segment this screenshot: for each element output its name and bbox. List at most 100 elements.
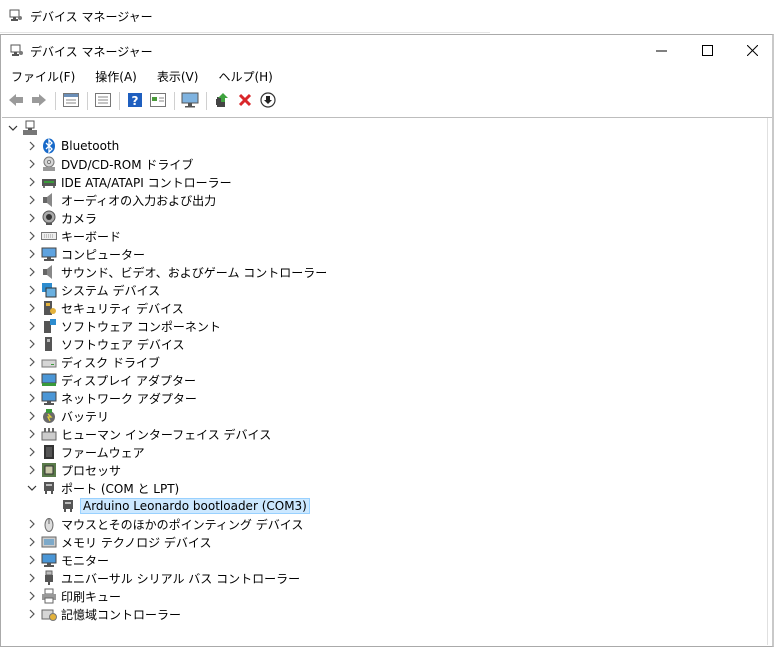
tree-item-label: システム デバイス: [61, 283, 161, 298]
menu-help[interactable]: ヘルプ(H): [208, 66, 282, 86]
speaker-icon: [41, 264, 57, 280]
tree-item-label: サウンド、ビデオ、およびゲーム コントローラー: [61, 265, 328, 280]
chevron-right-icon[interactable]: [25, 461, 39, 479]
tree-item[interactable]: Bluetooth: [25, 137, 119, 155]
tree-item[interactable]: セキュリティ デバイス: [25, 299, 184, 317]
chevron-right-icon[interactable]: [25, 173, 39, 191]
tree-item[interactable]: バッテリ: [25, 407, 109, 425]
back-button[interactable]: [5, 90, 27, 112]
chevron-right-icon[interactable]: [25, 407, 39, 425]
device-tree[interactable]: Bluetooth DVD/CD-ROM ドライブ IDE ATA/ATAPI コン…: [2, 117, 772, 645]
menu-action[interactable]: 操作(A): [85, 66, 147, 86]
tree-item[interactable]: IDE ATA/ATAPI コントローラー: [25, 173, 232, 191]
chevron-down-icon[interactable]: [6, 119, 20, 137]
tree-item-child[interactable]: Arduino Leonardo bootloader (COM3): [44, 497, 310, 515]
chevron-right-icon[interactable]: [25, 389, 39, 407]
tree-item[interactable]: キーボード: [25, 227, 121, 245]
scrollbar[interactable]: [767, 118, 772, 645]
maximize-button[interactable]: [684, 35, 730, 65]
device-manager-window: デバイス マネージャー ファイル(F) 操作(A) 表示(V) ヘルプ(H) ?: [0, 34, 774, 647]
chevron-right-icon[interactable]: [25, 425, 39, 443]
mouse-icon: [41, 516, 57, 532]
forward-button[interactable]: [28, 90, 50, 112]
details-icon: [95, 92, 111, 110]
tree-item[interactable]: プロセッサ: [25, 461, 121, 479]
tree-item-label: DVD/CD-ROM ドライブ: [61, 157, 194, 172]
monitor-button[interactable]: [179, 90, 201, 112]
details-button[interactable]: [92, 90, 114, 112]
background-window-titlebar[interactable]: デバイス マネージャー: [0, 0, 490, 33]
chevron-right-icon[interactable]: [25, 551, 39, 569]
close-button[interactable]: [729, 35, 775, 65]
titlebar[interactable]: デバイス マネージャー: [1, 35, 772, 65]
tree-item[interactable]: ヒューマン インターフェイス デバイス: [25, 425, 271, 443]
tree-item-label: ファームウェア: [61, 445, 145, 460]
tree-item[interactable]: ファームウェア: [25, 443, 145, 461]
dvd-icon: [41, 156, 57, 172]
chevron-right-icon[interactable]: [25, 515, 39, 533]
chevron-right-icon[interactable]: [25, 587, 39, 605]
tree-item-label: マウスとそのほかのポインティング デバイス: [61, 517, 304, 532]
scan-button[interactable]: [257, 90, 279, 112]
tree-item[interactable]: ユニバーサル シリアル バス コントローラー: [25, 569, 300, 587]
firmware-icon: [41, 444, 57, 460]
tree-item[interactable]: 印刷キュー: [25, 587, 121, 605]
camera-icon: [41, 210, 57, 226]
chevron-right-icon[interactable]: [25, 371, 39, 389]
help-button[interactable]: ?: [124, 90, 146, 112]
tree-root[interactable]: [6, 119, 42, 137]
tree-item[interactable]: ディスク ドライブ: [25, 353, 160, 371]
tree-item[interactable]: ソフトウェア デバイス: [25, 335, 184, 353]
window-title: デバイス マネージャー: [30, 45, 153, 59]
chevron-right-icon[interactable]: [25, 317, 39, 335]
tree-item[interactable]: カメラ: [25, 209, 97, 227]
view-button[interactable]: [147, 90, 169, 112]
chevron-right-icon[interactable]: [25, 605, 39, 623]
chevron-right-icon[interactable]: [25, 281, 39, 299]
menu-file[interactable]: ファイル(F): [1, 66, 85, 86]
tree-item-label: ヒューマン インターフェイス デバイス: [61, 427, 272, 442]
chevron-right-icon[interactable]: [25, 191, 39, 209]
minimize-button[interactable]: [638, 35, 684, 65]
chevron-right-icon[interactable]: [25, 227, 39, 245]
tree-item[interactable]: メモリ テクノロジ デバイス: [25, 533, 212, 551]
uninstall-button[interactable]: [234, 90, 256, 112]
properties-button[interactable]: [60, 90, 82, 112]
chevron-right-icon[interactable]: [25, 263, 39, 281]
tree-item[interactable]: ソフトウェア コンポーネント: [25, 317, 221, 335]
chevron-right-icon[interactable]: [25, 335, 39, 353]
chevron-right-icon[interactable]: [25, 443, 39, 461]
tree-item[interactable]: マウスとそのほかのポインティング デバイス: [25, 515, 303, 533]
tree-item-label: コンピューター: [61, 247, 146, 262]
tree-item[interactable]: モニター: [25, 551, 109, 569]
chevron-right-icon[interactable]: [25, 299, 39, 317]
chevron-right-icon[interactable]: [25, 353, 39, 371]
tree-item[interactable]: システム デバイス: [25, 281, 160, 299]
security-icon: [41, 300, 57, 316]
chevron-right-icon[interactable]: [25, 209, 39, 227]
tree-item-label: ディスプレイ アダプター: [61, 373, 196, 388]
tree-item[interactable]: DVD/CD-ROM ドライブ: [25, 155, 193, 173]
tree-item[interactable]: ネットワーク アダプター: [25, 389, 197, 407]
tree-item[interactable]: サウンド、ビデオ、およびゲーム コントローラー: [25, 263, 327, 281]
system-icon: [41, 282, 57, 298]
chevron-right-icon[interactable]: [25, 155, 39, 173]
menu-view[interactable]: 表示(V): [147, 66, 209, 86]
chevron-right-icon[interactable]: [25, 245, 39, 263]
tree-item[interactable]: 記憶域コントローラー: [25, 605, 181, 623]
tree-item[interactable]: コンピューター: [25, 245, 145, 263]
tree-item[interactable]: オーディオの入力および出力: [25, 191, 216, 209]
tree-item-label: プロセッサ: [61, 463, 122, 478]
tree-item[interactable]: ディスプレイ アダプター: [25, 371, 196, 389]
update-driver-button[interactable]: [211, 90, 233, 112]
chevron-right-icon[interactable]: [25, 533, 39, 551]
chevron-right-icon[interactable]: [25, 569, 39, 587]
svg-text:?: ?: [132, 94, 139, 108]
software-device-icon: [41, 336, 57, 352]
tree-item[interactable]: ポート (COM と LPT): [25, 479, 179, 497]
chevron-right-icon[interactable]: [25, 137, 39, 155]
chevron-down-icon[interactable]: [25, 479, 39, 497]
computer-icon: [41, 246, 57, 262]
forward-icon: [31, 93, 47, 110]
toolbar-separator: [87, 92, 88, 110]
